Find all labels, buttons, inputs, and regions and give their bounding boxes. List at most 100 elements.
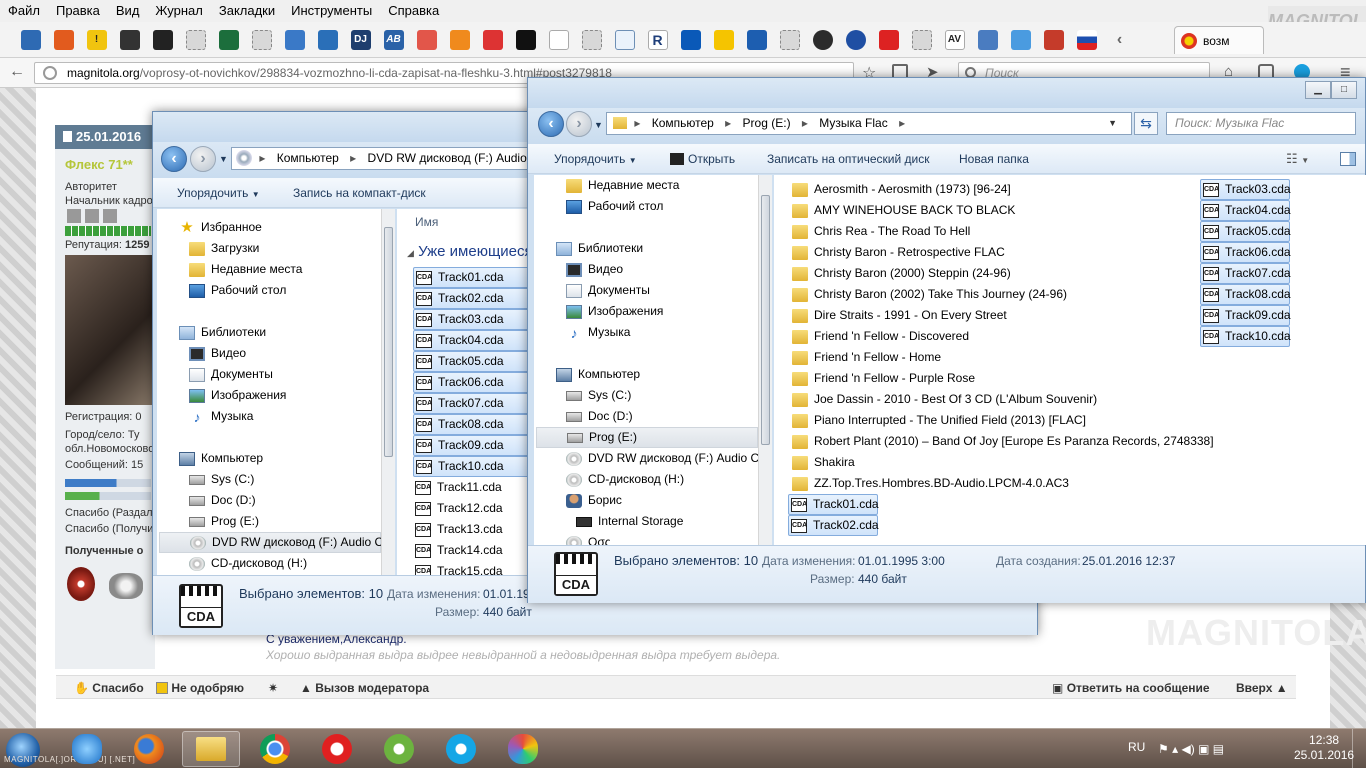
dislike-button[interactable]: Не одобряю bbox=[156, 676, 244, 700]
nav-libraries[interactable]: Библиотеки bbox=[179, 322, 266, 343]
folder-item[interactable]: ZZ.Top.Tres.Hombres.BD-Audio.LPCM-4.0.AC… bbox=[790, 473, 1069, 494]
breadcrumb-arrow-icon[interactable]: ▸ bbox=[350, 151, 356, 165]
back-button[interactable]: ‹ bbox=[538, 111, 564, 137]
folder-item[interactable]: Christy Baron - Retrospective FLAC bbox=[790, 242, 1005, 263]
bookmark-icon[interactable] bbox=[680, 29, 701, 50]
breadcrumb-arrow-icon[interactable]: ▸ bbox=[899, 116, 905, 130]
bookmark-icon[interactable] bbox=[1043, 29, 1064, 50]
bookmark-icon[interactable] bbox=[152, 29, 173, 50]
menu-edit[interactable]: Правка bbox=[48, 0, 108, 22]
bookmark-icon[interactable] bbox=[119, 29, 140, 50]
flag-icon[interactable]: ⚑ bbox=[1158, 742, 1169, 756]
flag-icon[interactable] bbox=[1076, 29, 1097, 50]
maximize-button[interactable]: □ bbox=[1331, 81, 1357, 99]
file-item[interactable]: CDA Track07.cda bbox=[413, 393, 533, 414]
folder-item[interactable]: Shakira bbox=[790, 452, 855, 473]
nav-drive-d[interactable]: Doc (D:) bbox=[566, 406, 633, 427]
menu-bookmarks[interactable]: Закладки bbox=[211, 0, 283, 22]
nav-documents[interactable]: Документы bbox=[189, 364, 273, 385]
file-item[interactable]: CDA Track04.cda bbox=[1200, 200, 1291, 221]
nav-libraries[interactable]: Библиотеки bbox=[556, 238, 643, 259]
report-button[interactable]: ▲ Вызов модератора bbox=[300, 676, 429, 700]
award-medal-icon[interactable] bbox=[67, 567, 95, 601]
file-item[interactable]: CDA Track14.cda bbox=[413, 540, 503, 561]
file-item[interactable]: CDA Track01.cda bbox=[788, 494, 879, 515]
file-item[interactable]: CDA Track09.cda bbox=[1200, 305, 1291, 326]
nav-recent[interactable]: Недавние места bbox=[189, 259, 302, 280]
folder-item[interactable]: Christy Baron (2002) Take This Journey (… bbox=[790, 284, 1067, 305]
taskbar-chrome[interactable] bbox=[246, 731, 304, 767]
file-item[interactable]: CDA Track09.cda bbox=[413, 435, 533, 456]
bookmark-icon[interactable] bbox=[284, 29, 305, 50]
folder-item[interactable]: Chris Rea - The Road To Hell bbox=[790, 221, 970, 242]
nav-pictures[interactable]: Изображения bbox=[189, 385, 286, 406]
folder-item[interactable]: Dire Straits - 1991 - On Every Street bbox=[790, 305, 1007, 326]
menu-history[interactable]: Журнал bbox=[147, 0, 210, 22]
mail-icon[interactable] bbox=[977, 29, 998, 50]
taskbar-firefox[interactable] bbox=[120, 731, 178, 767]
minimize-button[interactable]: ▁ bbox=[1305, 81, 1331, 99]
organize-button[interactable]: Упорядочить ▼ bbox=[177, 178, 260, 210]
taskbar-yandex[interactable] bbox=[308, 731, 366, 767]
nav-drive-h[interactable]: CD-дисковод (H:) bbox=[189, 553, 307, 574]
tab-active[interactable]: возм bbox=[1174, 26, 1264, 54]
menu-view[interactable]: Вид bbox=[108, 0, 148, 22]
network-icon[interactable]: ▣ bbox=[1198, 742, 1209, 756]
nav-downloads[interactable]: Загрузки bbox=[189, 238, 259, 259]
nav-drive-f[interactable]: DVD RW дисковод (F:) Audio CD bbox=[566, 448, 758, 469]
bookmark-icon[interactable] bbox=[1010, 29, 1031, 50]
nav-pictures[interactable]: Изображения bbox=[566, 301, 663, 322]
open-button[interactable]: Открыть bbox=[670, 144, 735, 174]
folder-item[interactable]: Christy Baron (2000) Steppin (24-96) bbox=[790, 263, 1011, 284]
window-titlebar[interactable] bbox=[528, 78, 1365, 108]
forward-button[interactable]: › bbox=[566, 111, 592, 137]
nav-recent[interactable]: Недавние места bbox=[566, 175, 679, 196]
group-header[interactable]: ◢ Уже имеющиеся bbox=[407, 243, 533, 260]
chevron-up-icon[interactable]: ▴ bbox=[1172, 742, 1178, 756]
breadcrumb-arrow-icon[interactable]: ▸ bbox=[634, 116, 640, 130]
nav-desktop[interactable]: Рабочий стол bbox=[566, 196, 663, 217]
nav-drive-e[interactable]: Prog (E:) bbox=[536, 427, 758, 448]
file-item[interactable]: CDA Track03.cda bbox=[1200, 179, 1291, 200]
breadcrumb-music-flac[interactable]: Музыка Flac bbox=[819, 116, 887, 130]
scrollbar-thumb[interactable] bbox=[384, 227, 393, 457]
menu-help[interactable]: Справка bbox=[380, 0, 447, 22]
bookmark-icon[interactable] bbox=[416, 29, 437, 50]
clock[interactable]: 12:38 25.01.2016 bbox=[1294, 733, 1354, 768]
bookmark-icon[interactable] bbox=[746, 29, 767, 50]
reply-button[interactable]: ▣ Ответить на сообщение bbox=[1052, 676, 1210, 700]
bookmark-r[interactable]: R bbox=[647, 29, 668, 50]
organize-button[interactable]: Упорядочить ▼ bbox=[554, 144, 637, 176]
preview-pane-icon[interactable] bbox=[1340, 152, 1356, 166]
nav-music[interactable]: ♪ Музыка bbox=[189, 406, 254, 427]
burn-cd-button[interactable]: Запись на компакт-диск bbox=[293, 178, 426, 208]
file-item[interactable]: CDA Track03.cda bbox=[413, 309, 533, 330]
history-dropdown-icon[interactable]: ▼ bbox=[594, 120, 603, 130]
file-item[interactable]: CDA Track02.cda bbox=[413, 288, 533, 309]
history-dropdown-icon[interactable]: ▼ bbox=[219, 154, 228, 164]
nav-drive-h[interactable]: CD-дисковод (H:) bbox=[566, 469, 684, 490]
breadcrumb-arrow-icon[interactable]: ▸ bbox=[259, 151, 265, 165]
nav-other[interactable]: Οσς bbox=[566, 532, 611, 545]
nav-internal-storage[interactable]: Internal Storage bbox=[576, 511, 683, 532]
username[interactable]: Флекс 71** bbox=[65, 157, 133, 172]
language-indicator[interactable]: RU bbox=[1128, 729, 1145, 768]
folder-item[interactable]: Friend 'n Fellow - Home bbox=[790, 347, 941, 368]
award-badge-icon[interactable] bbox=[109, 573, 143, 599]
file-item[interactable]: CDA Track06.cda bbox=[1200, 242, 1291, 263]
nav-computer[interactable]: Компьютер bbox=[556, 364, 640, 385]
nav-drive-e[interactable]: Prog (E:) bbox=[189, 511, 259, 532]
breadcrumb-computer[interactable]: Компьютер bbox=[277, 151, 339, 165]
breadcrumb-drive-e[interactable]: Prog (E:) bbox=[743, 116, 791, 130]
folder-item[interactable]: Friend 'n Fellow - Discovered bbox=[790, 326, 969, 347]
taskbar-skype[interactable] bbox=[432, 731, 490, 767]
bookmark-icon[interactable] bbox=[878, 29, 899, 50]
bookmark-icon[interactable] bbox=[515, 29, 536, 50]
file-item[interactable]: CDA Track05.cda bbox=[1200, 221, 1291, 242]
nav-user-boris[interactable]: Борис bbox=[566, 490, 622, 511]
bookmark-icon[interactable] bbox=[614, 29, 635, 50]
file-item[interactable]: CDA Track10.cda bbox=[1200, 326, 1291, 347]
file-item[interactable]: CDA Track05.cda bbox=[413, 351, 533, 372]
nav-drive-c[interactable]: Sys (C:) bbox=[189, 469, 254, 490]
bookmark-icon[interactable] bbox=[53, 29, 74, 50]
